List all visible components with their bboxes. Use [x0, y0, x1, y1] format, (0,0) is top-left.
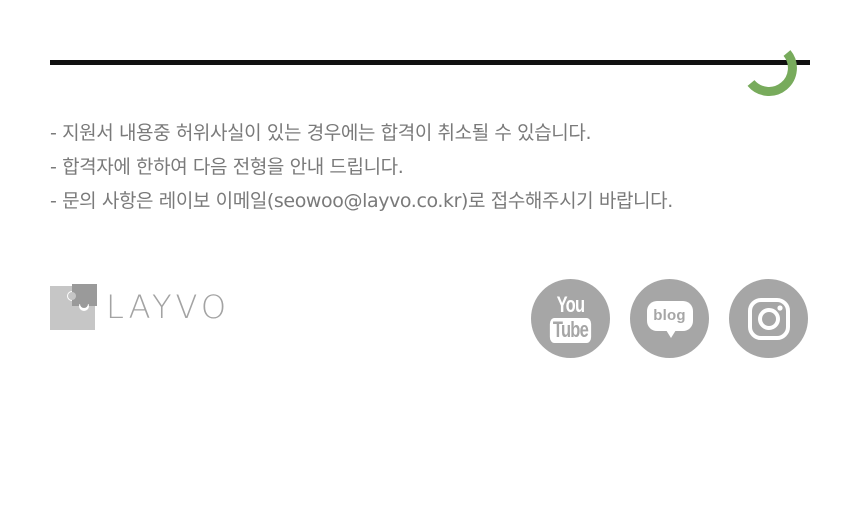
youtube-label-top: You [556, 292, 585, 317]
blog-label: blog [653, 307, 686, 324]
instagram-button[interactable] [729, 279, 808, 358]
instagram-icon [747, 297, 790, 340]
blog-icon: blog [646, 300, 693, 338]
loading-arc-icon [747, 50, 797, 96]
puzzle-logo-icon [50, 284, 97, 330]
social-links: You Tube blog [531, 279, 808, 358]
notice-item: - 문의 사항은 레이보 이메일(seowoo@layvo.co.kr)로 접수… [50, 190, 673, 212]
brand-name: LAYVO [106, 288, 231, 326]
brand-logo[interactable]: LAYVO [50, 284, 230, 330]
youtube-button[interactable]: You Tube [531, 279, 610, 358]
notice-item: - 합격자에 한하여 다음 전형을 안내 드립니다. [50, 156, 404, 178]
blog-button[interactable]: blog [630, 279, 709, 358]
notice-list: - 지원서 내용중 허위사실이 있는 경우에는 합격이 취소될 수 있습니다. … [50, 116, 673, 218]
youtube-icon: You Tube [543, 294, 598, 343]
notice-item: - 지원서 내용중 허위사실이 있는 경우에는 합격이 취소될 수 있습니다. [50, 122, 592, 144]
section-divider [50, 60, 810, 65]
youtube-label-bottom: Tube [549, 318, 592, 343]
